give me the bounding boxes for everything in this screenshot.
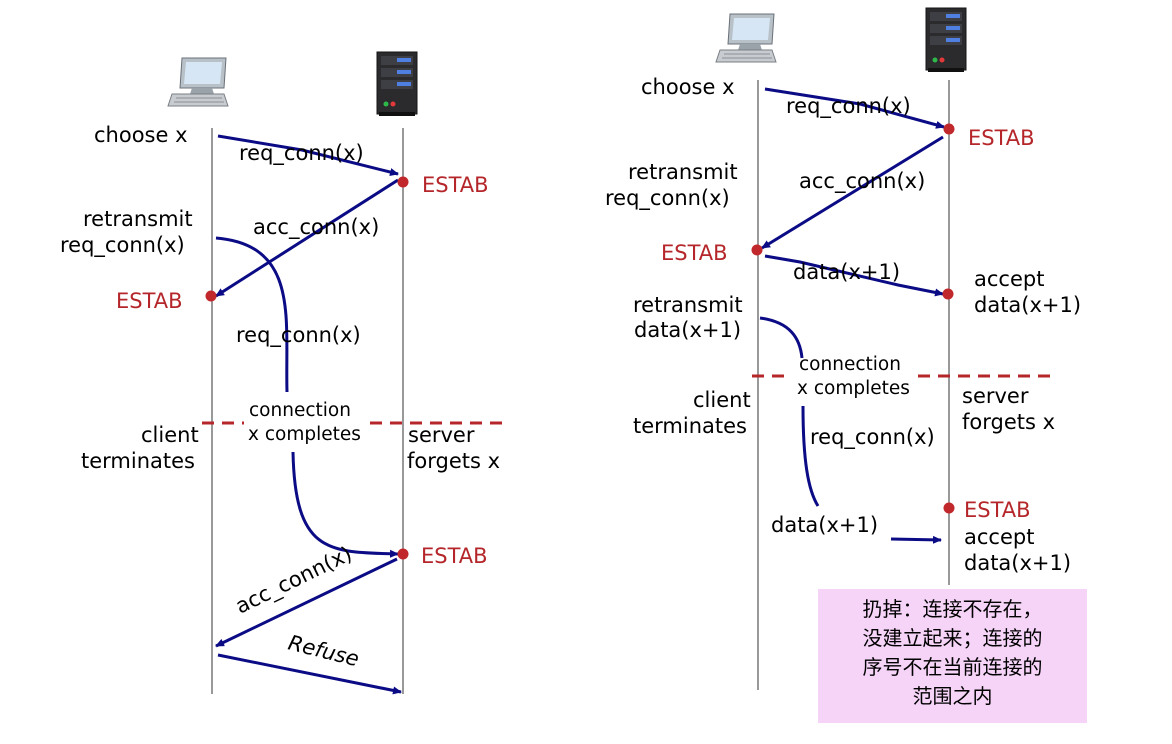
data-late-arrow xyxy=(890,535,942,544)
note-line-1: 扔掉：连接不存在， xyxy=(862,597,1043,621)
client-estab-dot xyxy=(751,244,763,256)
client-estab-label: ESTAB xyxy=(116,289,183,313)
acc-conn-label: acc_conn(x) xyxy=(799,169,925,194)
refuse-arrow xyxy=(217,653,402,695)
server-estab-dot xyxy=(397,176,409,188)
client-label: client xyxy=(141,423,199,447)
choose-x-label: choose x xyxy=(94,123,188,147)
req-conn-retransmit-curve xyxy=(215,236,289,393)
x-completes-label: x completes xyxy=(248,424,361,445)
req-conn-late-curve xyxy=(801,405,820,507)
client-estab-label: ESTAB xyxy=(661,241,728,265)
retransmit-req-label: req_conn(x) xyxy=(605,186,730,211)
server-estab-dot-2 xyxy=(397,548,409,560)
choose-x-label: choose x xyxy=(641,75,735,99)
retransmit-label: retransmit xyxy=(83,207,193,231)
accept-label-2: accept xyxy=(964,525,1034,549)
req-conn-label: req_conn(x) xyxy=(239,141,364,166)
accept-data-label-2: data(x+1) xyxy=(964,551,1071,575)
left-scenario: choose x req_conn(x) ESTAB retransmit re… xyxy=(60,51,505,695)
retransmit-data-value-label: data(x+1) xyxy=(634,318,741,342)
server-label: server xyxy=(408,423,475,447)
accept-label: accept xyxy=(974,267,1044,291)
note-line-3: 序号不在当前连接的 xyxy=(862,655,1043,679)
req-conn-late-arrow xyxy=(291,451,399,558)
client-estab-dot xyxy=(205,290,217,302)
connection-label: connection xyxy=(799,354,901,375)
client-computer-icon xyxy=(715,13,777,63)
acc-conn-label: acc_conn(x) xyxy=(253,215,379,240)
server-estab-label-2: ESTAB xyxy=(964,498,1031,522)
data-label: data(x+1) xyxy=(793,260,900,284)
client-computer-icon xyxy=(167,57,229,107)
note-line-2: 没建立起来；连接的 xyxy=(862,626,1043,650)
server-label: server xyxy=(962,384,1029,408)
refuse-label: Refuse xyxy=(286,631,362,672)
req-conn-label-2: req_conn(x) xyxy=(810,425,935,450)
server-estab-dot xyxy=(943,123,955,135)
note-line-4: 范围之内 xyxy=(912,684,993,708)
server-accept-dot xyxy=(942,288,954,300)
connection-label: connection xyxy=(249,400,351,421)
server-estab-dot-2 xyxy=(943,502,955,514)
req-conn-label-2: req_conn(x) xyxy=(236,323,361,348)
client-label: client xyxy=(693,388,751,412)
data-retransmit-curve xyxy=(759,316,804,359)
retransmit-data-label: retransmit xyxy=(633,293,743,317)
server-icon xyxy=(925,7,967,72)
req-conn-label: req_conn(x) xyxy=(786,94,911,119)
terminates-label: terminates xyxy=(633,414,747,438)
accept-data-label: data(x+1) xyxy=(974,293,1081,317)
server-estab-label-2: ESTAB xyxy=(421,544,488,568)
data-label-2: data(x+1) xyxy=(771,513,878,537)
retransmit-req-label: req_conn(x) xyxy=(60,233,185,258)
discard-note: 扔掉：连接不存在， 没建立起来；连接的 序号不在当前连接的 范围之内 xyxy=(818,589,1087,723)
right-scenario: choose x req_conn(x) ESTAB retransmit re… xyxy=(605,7,1081,690)
retransmit-label: retransmit xyxy=(628,160,738,184)
server-estab-label: ESTAB xyxy=(422,173,489,197)
forgets-x-label: forgets x xyxy=(407,449,500,473)
x-completes-label: x completes xyxy=(797,378,910,399)
terminates-label: terminates xyxy=(81,449,195,473)
forgets-x-label: forgets x xyxy=(962,410,1055,434)
server-estab-label: ESTAB xyxy=(968,126,1035,150)
server-icon xyxy=(376,51,418,116)
